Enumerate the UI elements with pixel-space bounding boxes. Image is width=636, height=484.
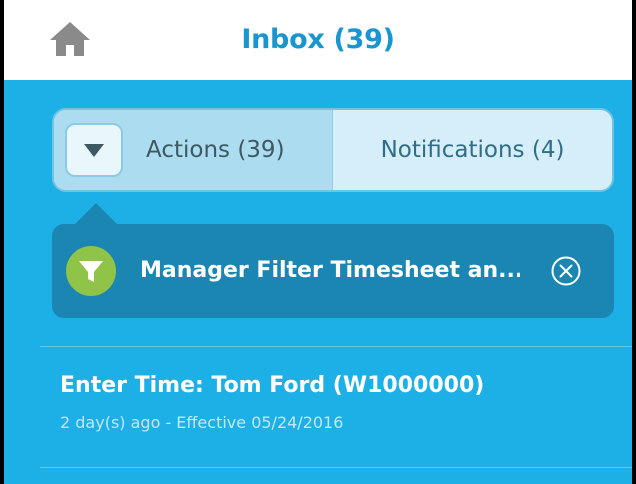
- header-bar: Inbox (39): [4, 0, 632, 80]
- close-circle-icon: [551, 256, 581, 286]
- tab-notifications-label: Notifications (4): [380, 137, 565, 163]
- filter-pointer-arrow: [75, 203, 117, 224]
- tab-actions[interactable]: Actions (39): [54, 110, 333, 190]
- tab-notifications[interactable]: Notifications (4): [333, 110, 612, 190]
- filter-label: Manager Filter Timesheet an...: [140, 258, 520, 283]
- funnel-icon: [66, 246, 116, 296]
- list-item-title: Enter Time: Tom Ford (W1000000): [60, 373, 485, 398]
- page-title: Inbox (39): [241, 24, 395, 55]
- actions-dropdown-button[interactable]: [65, 123, 123, 177]
- list-divider: [40, 467, 632, 468]
- list-item-subtitle: 2 day(s) ago - Effective 05/24/2016: [60, 413, 344, 432]
- clear-filter-button[interactable]: [550, 255, 582, 287]
- device-frame: Inbox (39) Actions (39) Notifications (4…: [0, 0, 636, 484]
- tab-actions-label: Actions (39): [146, 137, 285, 163]
- active-filter-bar[interactable]: Manager Filter Timesheet an...: [52, 224, 614, 318]
- list-item[interactable]: Enter Time: Tom Ford (W1000000) 2 day(s)…: [40, 347, 632, 467]
- app-screen: Inbox (39) Actions (39) Notifications (4…: [4, 0, 632, 484]
- tab-switcher: Actions (39) Notifications (4): [52, 108, 614, 192]
- home-button[interactable]: [48, 20, 92, 58]
- chevron-down-icon: [84, 143, 104, 157]
- home-icon: [50, 22, 90, 56]
